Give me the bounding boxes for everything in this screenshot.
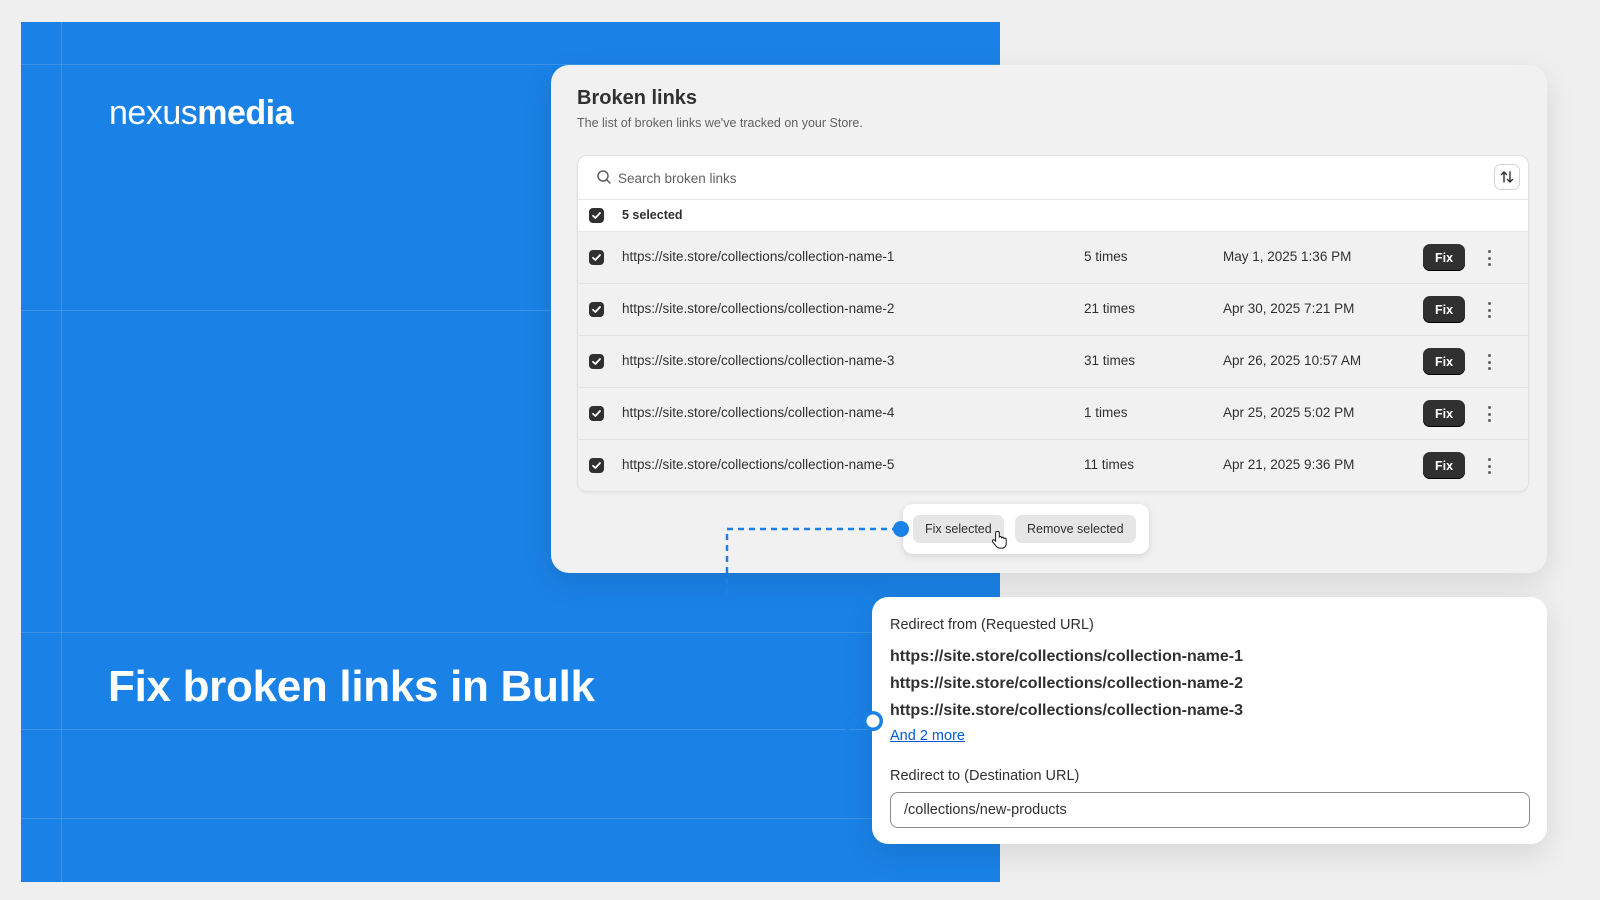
fix-selected-button[interactable]: Fix selected (913, 515, 1004, 543)
check-icon (592, 358, 601, 365)
row-checkbox[interactable] (589, 302, 604, 317)
broken-links-table: 5 selected https://site.store/collection… (577, 155, 1529, 492)
row-date: Apr 30, 2025 7:21 PM (1223, 301, 1355, 316)
hand-cursor-icon (992, 531, 1007, 549)
row-date: Apr 21, 2025 9:36 PM (1223, 457, 1355, 472)
table-row: https://site.store/collections/collectio… (578, 232, 1528, 284)
redirect-to-label: Redirect to (Destination URL) (890, 768, 1080, 784)
redirect-from-url: https://site.store/collections/collectio… (890, 675, 1243, 692)
more-actions-icon[interactable] (1483, 456, 1495, 476)
row-count: 11 times (1084, 457, 1135, 472)
row-date: Apr 26, 2025 10:57 AM (1223, 353, 1362, 368)
more-actions-icon[interactable] (1483, 404, 1495, 424)
selection-header: 5 selected (578, 200, 1528, 232)
row-count: 1 times (1084, 405, 1128, 420)
table-row: https://site.store/collections/collectio… (578, 440, 1528, 491)
redirect-card: Redirect from (Requested URL) https://si… (872, 597, 1547, 844)
fix-button[interactable]: Fix (1423, 400, 1465, 427)
redirect-from-label: Redirect from (Requested URL) (890, 617, 1094, 633)
card-title: Broken links (577, 87, 698, 109)
brand-name-light: nexus (109, 94, 198, 132)
check-icon (592, 410, 601, 417)
broken-links-card: Broken links The list of broken links we… (551, 65, 1547, 573)
check-icon (592, 254, 601, 261)
remove-selected-button[interactable]: Remove selected (1015, 515, 1136, 543)
select-all-checkbox[interactable] (589, 208, 604, 223)
destination-url-input[interactable] (890, 792, 1530, 828)
bulk-action-bar: Fix selected Remove selected (903, 504, 1149, 554)
card-subtitle: The list of broken links we've tracked o… (577, 116, 863, 130)
table-row: https://site.store/collections/collectio… (578, 336, 1528, 388)
check-icon (592, 212, 601, 219)
grid-line (21, 818, 1000, 819)
search-input[interactable] (616, 164, 1440, 192)
check-icon (592, 306, 601, 313)
brand-logo: nexusmedia (109, 94, 293, 133)
hero-headline: Fix broken links in Bulk (108, 662, 595, 711)
more-actions-icon[interactable] (1483, 300, 1495, 320)
row-count: 5 times (1084, 249, 1128, 264)
search-icon (597, 170, 611, 184)
brand-name-bold: media (197, 94, 293, 132)
and-more-link[interactable]: And 2 more (890, 728, 965, 744)
fix-button[interactable]: Fix (1423, 348, 1465, 375)
more-actions-icon[interactable] (1483, 352, 1495, 372)
sort-arrows-icon (1500, 171, 1514, 183)
grid-line (21, 729, 1000, 730)
row-date: May 1, 2025 1:36 PM (1223, 249, 1352, 264)
sort-button[interactable] (1494, 164, 1520, 190)
more-actions-icon[interactable] (1483, 248, 1495, 268)
row-date: Apr 25, 2025 5:02 PM (1223, 405, 1355, 420)
row-checkbox[interactable] (589, 406, 604, 421)
table-row: https://site.store/collections/collectio… (578, 284, 1528, 336)
grid-line (61, 22, 62, 882)
fix-button[interactable]: Fix (1423, 244, 1465, 271)
row-url: https://site.store/collections/collectio… (622, 249, 895, 264)
redirect-from-url: https://site.store/collections/collectio… (890, 648, 1243, 665)
selected-count: 5 selected (622, 208, 683, 222)
check-icon (592, 462, 601, 469)
search-row (578, 156, 1528, 200)
row-url: https://site.store/collections/collectio… (622, 353, 895, 368)
row-checkbox[interactable] (589, 354, 604, 369)
row-count: 31 times (1084, 353, 1136, 368)
row-url: https://site.store/collections/collectio… (622, 457, 895, 472)
redirect-from-url: https://site.store/collections/collectio… (890, 702, 1243, 719)
grid-line (21, 632, 1000, 633)
row-url: https://site.store/collections/collectio… (622, 405, 895, 420)
row-checkbox[interactable] (589, 458, 604, 473)
row-count: 21 times (1084, 301, 1136, 316)
fix-button[interactable]: Fix (1423, 296, 1465, 323)
table-row: https://site.store/collections/collectio… (578, 388, 1528, 440)
row-url: https://site.store/collections/collectio… (622, 301, 895, 316)
fix-button[interactable]: Fix (1423, 452, 1465, 479)
row-checkbox[interactable] (589, 250, 604, 265)
